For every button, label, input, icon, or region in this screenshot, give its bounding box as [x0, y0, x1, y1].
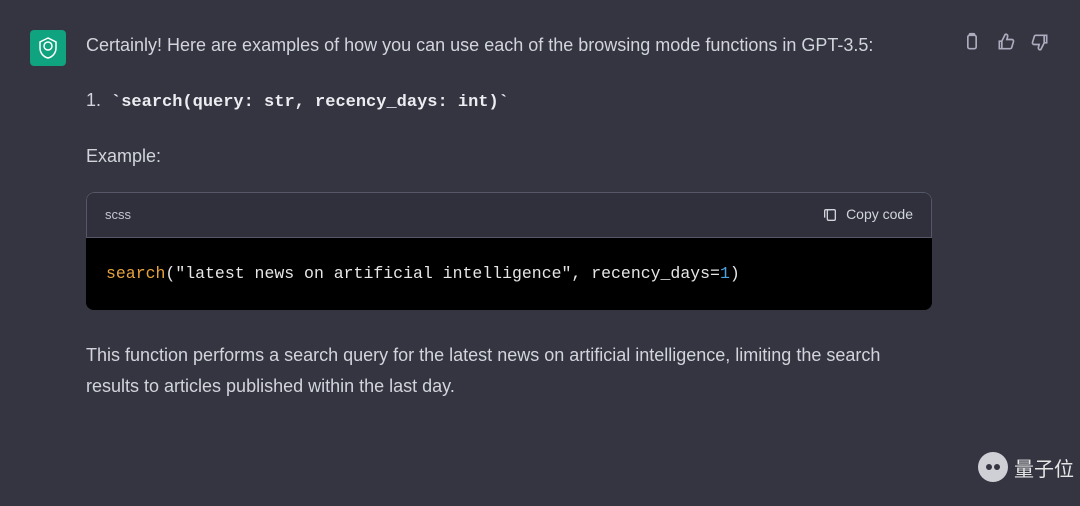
function-signature: `search(query: str, recency_days: int)` — [111, 89, 509, 118]
copy-message-button[interactable] — [962, 32, 982, 52]
code-language-label: scss — [105, 204, 131, 226]
code-token-comma: , — [571, 264, 591, 283]
code-token-function: search — [106, 264, 165, 283]
message-content: Certainly! Here are examples of how you … — [86, 30, 942, 401]
clipboard-icon — [822, 207, 838, 223]
code-content: search("latest news on artificial intell… — [86, 238, 932, 310]
watermark: 量子位 — [978, 452, 1074, 482]
watermark-text: 量子位 — [1014, 453, 1074, 482]
code-token-open-paren: ( — [165, 264, 175, 283]
code-header: scss Copy code — [86, 192, 932, 238]
copy-code-label: Copy code — [846, 203, 913, 227]
list-number: 1. — [86, 85, 101, 116]
code-token-param: recency_days= — [591, 264, 720, 283]
thumbs-up-button[interactable] — [996, 32, 1016, 52]
wechat-icon — [978, 452, 1008, 482]
code-token-number: 1 — [720, 264, 730, 283]
openai-logo-icon — [36, 36, 60, 60]
code-token-close-paren: ) — [730, 264, 740, 283]
code-block: scss Copy code search("latest news on ar… — [86, 192, 932, 310]
thumbs-down-icon — [1030, 32, 1050, 52]
example-label: Example: — [86, 141, 932, 172]
message-actions — [962, 30, 1050, 401]
copy-code-button[interactable]: Copy code — [822, 203, 913, 227]
assistant-message: Certainly! Here are examples of how you … — [0, 0, 1080, 401]
thumbs-up-icon — [996, 32, 1016, 52]
code-token-string: "latest news on artificial intelligence" — [175, 264, 571, 283]
description-paragraph: This function performs a search query fo… — [86, 340, 932, 401]
assistant-avatar — [30, 30, 66, 66]
intro-paragraph: Certainly! Here are examples of how you … — [86, 30, 932, 61]
thumbs-down-button[interactable] — [1030, 32, 1050, 52]
list-item-1: 1. `search(query: str, recency_days: int… — [86, 85, 932, 118]
clipboard-icon — [962, 32, 982, 52]
